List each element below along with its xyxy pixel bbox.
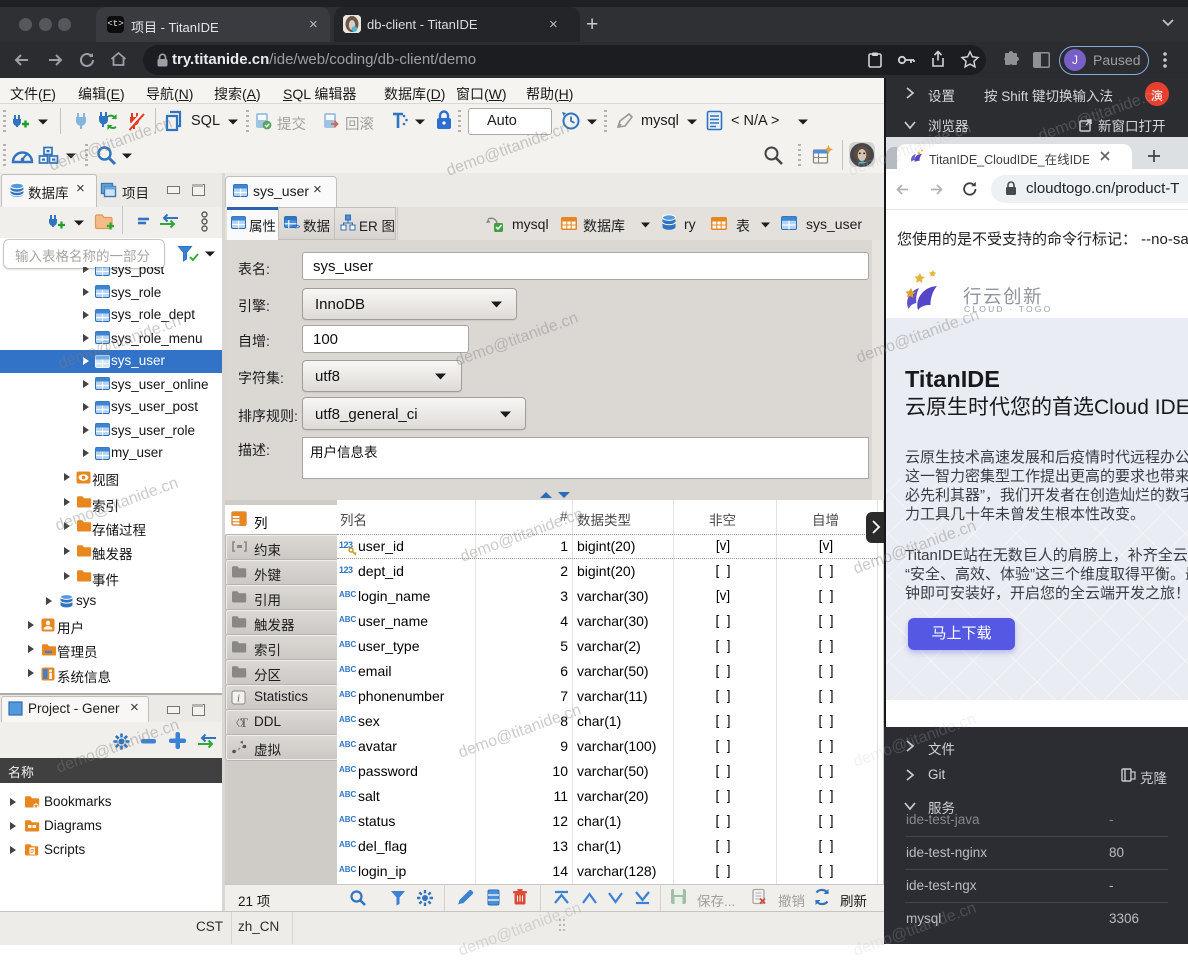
svg-text:i: i <box>237 694 240 705</box>
svg-text:T: T <box>240 715 248 729</box>
svg-text:<>: <> <box>292 224 300 230</box>
